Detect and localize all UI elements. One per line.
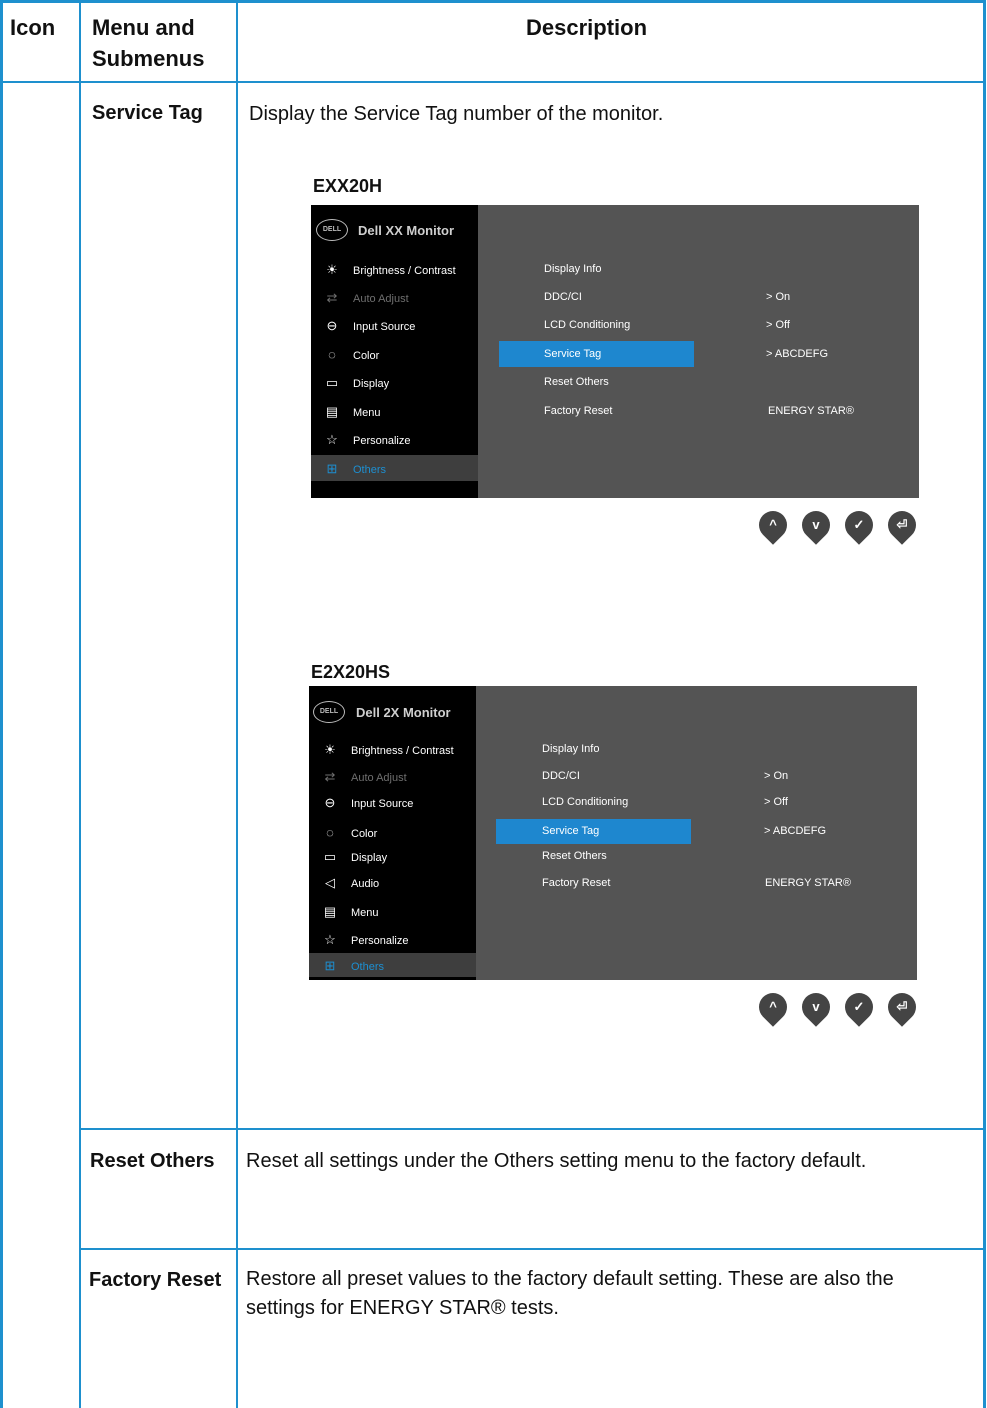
checkmark-icon: ✓ [853,517,865,532]
header-description: Description [526,15,648,40]
chevron-down-icon: v [812,517,820,532]
others-icon: ⊞ [324,958,336,973]
input-source-icon: ⊖ [326,318,338,333]
display-monitor-icon: ▭ [323,849,337,864]
osd2-menu-input-source[interactable]: ⊖ Input Source [321,795,414,811]
row-label-service-tag: Service Tag [92,102,203,124]
osd2-ok-button[interactable]: ✓ [839,987,879,1027]
osd1-value-energy-star: ENERGY STAR® [768,405,854,417]
osd1-submenu-reset-others[interactable]: Reset Others [544,376,609,388]
chevron-up-icon: ^ [769,999,777,1014]
input-source-icon: ⊖ [324,795,336,810]
osd2-menu-brightness[interactable]: ☀ Brightness / Contrast [321,742,454,758]
checkmark-icon: ✓ [853,999,865,1014]
osd1-ok-button[interactable]: ✓ [839,505,879,545]
osd2-menu-auto-adjust[interactable]: ⇄ Auto Adjust [321,769,407,785]
row-divider-2 [81,1248,985,1250]
osd2-model: E2X20HS [311,662,391,682]
osd2-value-ddcci: > On [764,770,789,782]
speaker-icon: ◁ [325,875,335,890]
menu-list-icon: ▤ [325,404,339,419]
osd1-menu-display[interactable]: ▭ Display [323,375,389,391]
back-arrow-icon: ⏎ [896,517,908,532]
row-label-reset-others: Reset Others [90,1150,215,1172]
column-divider-menu [236,0,238,1408]
osd2-menu-color[interactable]: ◌ Color [321,825,377,840]
osd2-down-button[interactable]: v [796,987,836,1027]
menu-list-icon: ▤ [323,904,337,919]
header-menu-line1: Menu and [92,15,195,40]
osd1-submenu-lcd-conditioning[interactable]: LCD Conditioning [544,319,630,331]
row-label-factory-reset: Factory Reset [89,1269,222,1291]
table-border-left [0,0,3,1408]
osd1-title: Dell XX Monitor [358,223,455,238]
display-monitor-icon: ▭ [325,375,339,390]
osd1-menu-color[interactable]: ◌ Color [323,347,379,362]
osd1-value-lcd-conditioning: > Off [766,319,790,331]
osd1-menu-input-source[interactable]: ⊖ Input Source [323,318,416,334]
osd2-menu-personalize[interactable]: ☆ Personalize [321,932,408,948]
osd1-menu-menu[interactable]: ▤ Menu [323,404,381,420]
osd1-back-button[interactable]: ⏎ [882,505,922,545]
brightness-icon: ☀ [324,742,336,757]
osd2-submenu-service-tag[interactable]: Service Tag [542,825,599,837]
table-border-right [983,0,986,1408]
osd1-menu-auto-adjust[interactable]: ⇄ Auto Adjust [323,290,409,306]
osd2-submenu-reset-others[interactable]: Reset Others [542,850,607,862]
auto-adjust-icon: ⇄ [326,290,338,305]
osd2-submenu-ddcci[interactable]: DDC/CI [542,770,580,782]
osd1-value-service-tag: > ABCDEFG [766,348,829,360]
osd2-value-service-tag: > ABCDEFG [764,825,827,837]
back-arrow-icon: ⏎ [896,999,908,1014]
row-divider-1 [81,1128,985,1130]
header-divider [0,81,986,83]
osd2-value-lcd-conditioning: > Off [764,796,788,808]
osd1-model: EXX20H [313,176,383,196]
osd2-menu-display[interactable]: ▭ Display [321,849,387,865]
osd1-menu-brightness[interactable]: ☀ Brightness / Contrast [323,262,456,278]
dell-logo-icon: DELL [316,219,348,241]
auto-adjust-icon: ⇄ [324,769,336,784]
osd2-up-button[interactable]: ^ [753,987,793,1027]
brightness-icon: ☀ [326,262,338,277]
osd1-submenu-service-tag[interactable]: Service Tag [544,348,601,360]
chevron-down-icon: v [812,999,820,1014]
osd1-up-button[interactable]: ^ [753,505,793,545]
star-icon: ☆ [326,432,338,447]
color-palette-icon: ◌ [326,825,334,840]
osd2-menu-audio[interactable]: ◁ Audio [321,875,379,891]
color-palette-icon: ◌ [328,347,336,362]
chevron-up-icon: ^ [769,517,777,532]
osd1-submenu-factory-reset[interactable]: Factory Reset [544,405,612,417]
others-icon: ⊞ [326,461,338,476]
row-description-reset-others: Reset all settings under the Others sett… [246,1150,867,1172]
osd1-menu-others[interactable]: ⊞ Others [323,461,386,477]
osd2-title: Dell 2X Monitor [356,705,451,720]
star-icon: ☆ [324,932,336,947]
row-description-service-tag: Display the Service Tag number of the mo… [249,103,664,125]
osd2-submenu-display-info[interactable]: Display Info [542,743,599,755]
osd1-down-button[interactable]: v [796,505,836,545]
header-icon: Icon [10,15,56,40]
osd1-menu-personalize[interactable]: ☆ Personalize [323,432,410,448]
dell-logo-icon: DELL [313,701,345,723]
header-menu-line2: Submenus [92,46,205,71]
osd2-value-energy-star: ENERGY STAR® [765,877,851,889]
row-description-factory-reset: Restore all preset values to the factory… [246,1268,894,1319]
column-divider-icon [79,0,81,1408]
osd1-submenu-display-info[interactable]: Display Info [544,263,601,275]
osd1-submenu-ddcci[interactable]: DDC/CI [544,291,582,303]
osd2-submenu-lcd-conditioning[interactable]: LCD Conditioning [542,796,628,808]
osd1-value-ddcci: > On [766,291,791,303]
osd2-menu-menu[interactable]: ▤ Menu [321,904,379,920]
osd2-submenu-factory-reset[interactable]: Factory Reset [542,877,610,889]
table-border-top [0,0,986,3]
osd2-menu-others[interactable]: ⊞ Others [321,958,384,974]
osd2-back-button[interactable]: ⏎ [882,987,922,1027]
